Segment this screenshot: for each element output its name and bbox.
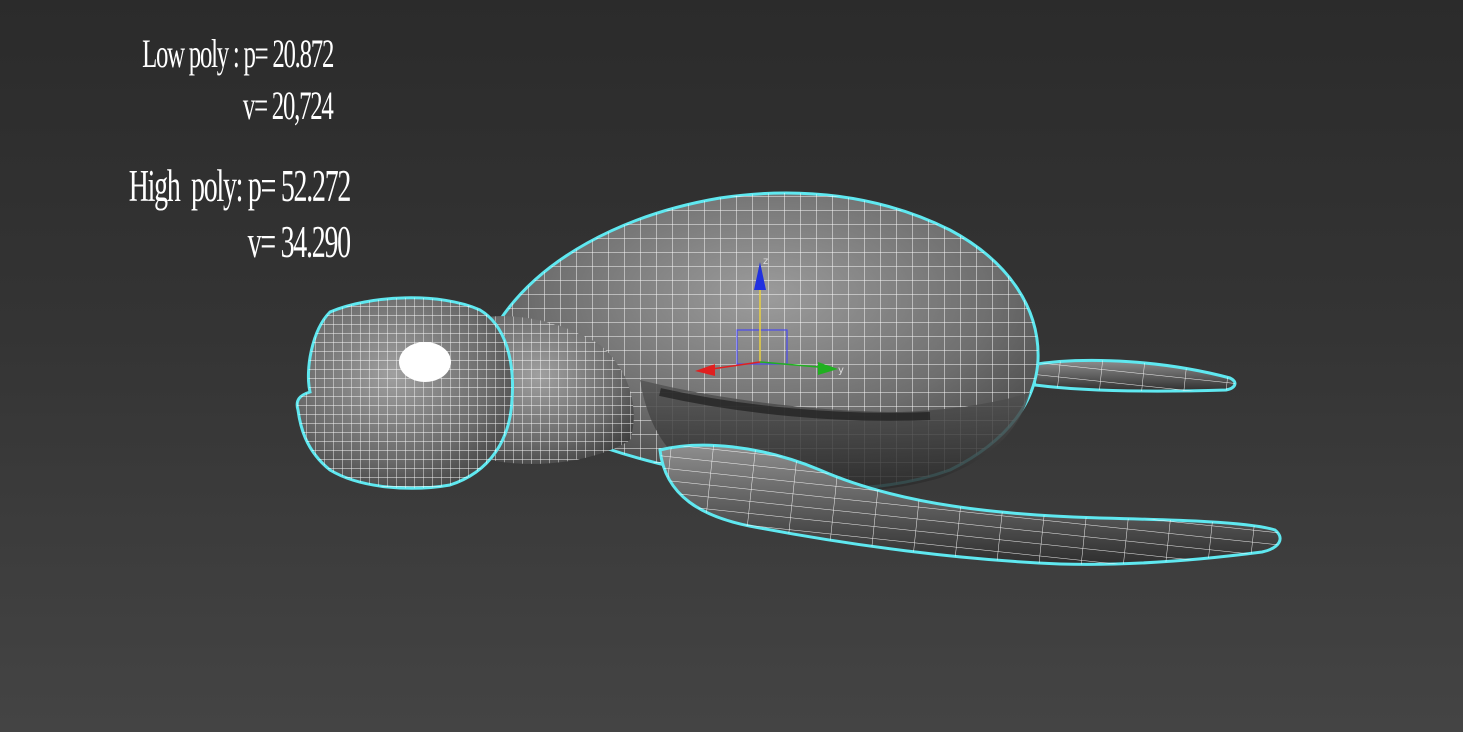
gizmo-z-label: z [763, 256, 768, 267]
turtle-head [295, 296, 514, 490]
gizmo-y-label: y [838, 365, 844, 376]
rear-flipper [1028, 358, 1237, 393]
eye-pole [399, 342, 451, 382]
3d-viewport[interactable]: Low poly : p= 20.872 v= 20,724 High poly… [0, 0, 1463, 732]
turtle-model[interactable]: z y [0, 0, 1463, 732]
